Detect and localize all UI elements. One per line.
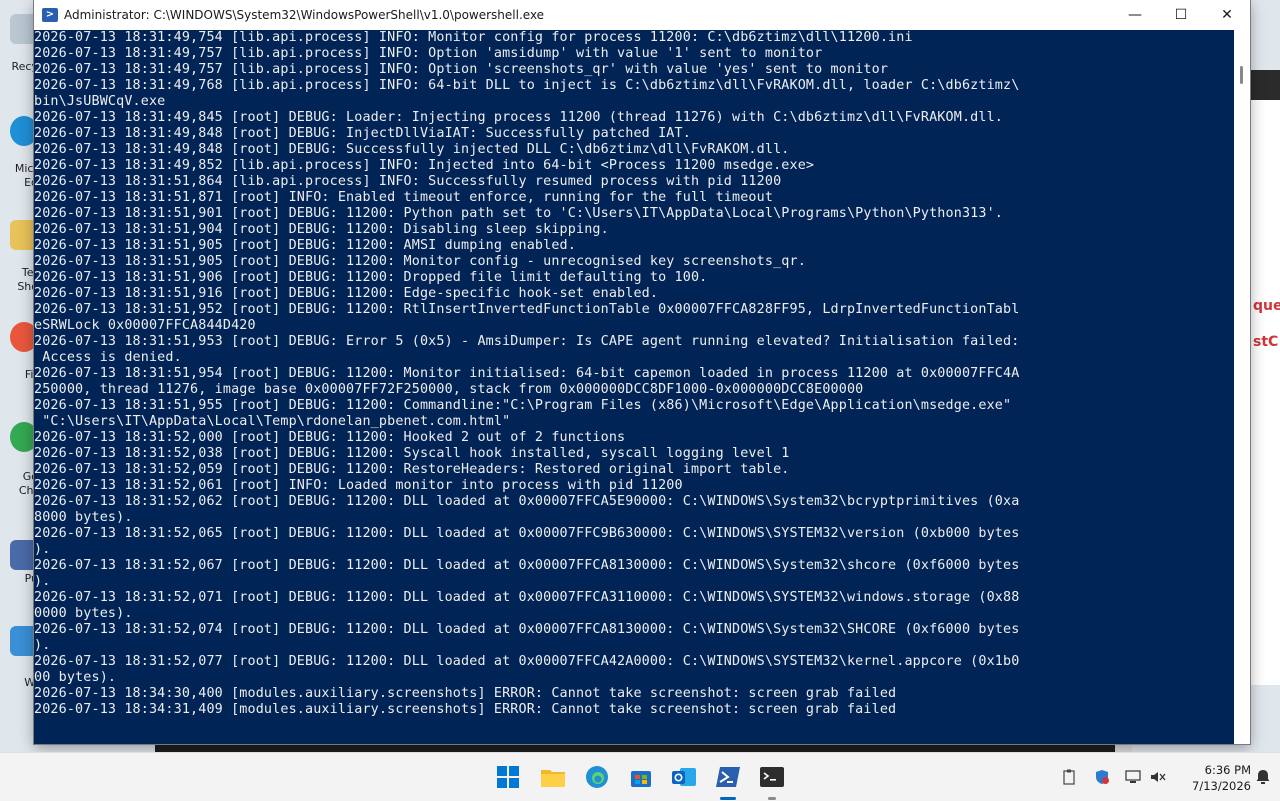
background-window-header — [1251, 70, 1280, 100]
console-line: 2026-07-13 18:31:49,848 [root] DEBUG: In… — [34, 126, 691, 141]
console-line: ). — [34, 574, 51, 589]
title-bar[interactable]: > Administrator: C:\WINDOWS\System32\Win… — [34, 0, 1250, 30]
powershell-window[interactable]: > Administrator: C:\WINDOWS\System32\Win… — [34, 0, 1250, 744]
console-line: ). — [34, 638, 51, 653]
store-icon[interactable] — [627, 763, 655, 791]
maximize-icon: ☐ — [1174, 7, 1188, 23]
console-line: 2026-07-13 18:31:51,953 [root] DEBUG: Er… — [34, 334, 1020, 349]
vertical-scrollbar[interactable] — [1234, 30, 1250, 744]
start-icon[interactable] — [494, 763, 522, 791]
console-line: 2026-07-13 18:31:52,059 [root] DEBUG: 11… — [34, 462, 790, 477]
console-line: 2026-07-13 18:31:52,067 [root] DEBUG: 11… — [34, 558, 1020, 573]
console-line: 2026-07-13 18:31:51,864 [lib.api.process… — [34, 174, 782, 189]
console-line: 2026-07-13 18:34:30,400 [modules.auxilia… — [34, 686, 897, 701]
console-line: 2026-07-13 18:31:51,955 [root] DEBUG: 11… — [34, 398, 1012, 413]
console-line: 2026-07-13 18:31:49,845 [root] DEBUG: Lo… — [34, 110, 1003, 125]
background-window-text: stC — [1253, 334, 1279, 350]
notification-icon[interactable] — [1254, 768, 1272, 786]
powershell-icon: > — [42, 8, 58, 22]
console-line: 2026-07-13 18:31:51,916 [root] DEBUG: 11… — [34, 286, 659, 301]
clipboard-icon[interactable] — [1060, 768, 1078, 786]
console-line: 2026-07-13 18:34:31,409 [modules.auxilia… — [34, 702, 897, 717]
console-line: 8000 bytes). — [34, 510, 133, 525]
console-line: 2026-07-13 18:31:52,065 [root] DEBUG: 11… — [34, 526, 1020, 541]
background-window[interactable]: que stC — [1250, 70, 1280, 685]
console-line: 2026-07-13 18:31:52,062 [root] DEBUG: 11… — [34, 494, 1020, 509]
console-line: 2026-07-13 18:31:52,074 [root] DEBUG: 11… — [34, 622, 1020, 637]
terminal-icon[interactable] — [758, 763, 786, 791]
minimize-icon: — — [1128, 7, 1142, 23]
console-line: Access is denied. — [34, 350, 182, 365]
clock-date: 7/13/2026 — [1192, 779, 1251, 793]
network-icon[interactable] — [1124, 768, 1142, 786]
console-line: 0000 bytes). — [34, 606, 133, 621]
clock-time: 6:36 PM — [1204, 763, 1251, 777]
console-line: 2026-07-13 18:31:51,952 [root] DEBUG: 11… — [34, 302, 1020, 317]
console-line: 2026-07-13 18:31:51,901 [root] DEBUG: 11… — [34, 206, 1003, 221]
volume-muted-icon[interactable] — [1149, 768, 1167, 786]
close-button[interactable]: ✕ — [1204, 0, 1250, 30]
maximize-button[interactable]: ☐ — [1158, 0, 1204, 30]
edge-icon[interactable] — [583, 763, 611, 791]
console-line: 2026-07-13 18:31:51,905 [root] DEBUG: 11… — [34, 254, 806, 269]
console-line: 2026-07-13 18:31:49,757 [lib.api.process… — [34, 46, 823, 61]
window-title: Administrator: C:\WINDOWS\System32\Windo… — [64, 8, 545, 22]
console-line: 2026-07-13 18:31:49,768 [lib.api.process… — [34, 78, 1020, 93]
taskbar: 6:36 PM 7/13/2026 — [0, 752, 1280, 801]
console-line: 2026-07-13 18:31:52,077 [root] DEBUG: 11… — [34, 654, 1020, 669]
console-line: 2026-07-13 18:31:49,852 [lib.api.process… — [34, 158, 815, 173]
minimize-button[interactable]: — — [1112, 0, 1158, 30]
system-clock[interactable]: 6:36 PM 7/13/2026 — [1185, 762, 1251, 794]
console-line: 2026-07-13 18:31:51,904 [root] DEBUG: 11… — [34, 222, 609, 237]
console-output[interactable]: 2026-07-13 18:31:49,754 [lib.api.process… — [34, 30, 1234, 744]
console-line: 2026-07-13 18:31:52,061 [root] INFO: Loa… — [34, 478, 683, 493]
console-line: bin\JsUBWCqV.exe — [34, 94, 166, 109]
console-line: "C:\Users\IT\AppData\Local\Temp\rdonelan… — [34, 414, 511, 429]
close-icon: ✕ — [1221, 7, 1233, 23]
console-line: 2026-07-13 18:31:51,871 [root] INFO: Ena… — [34, 190, 774, 205]
console-line: 2026-07-13 18:31:52,038 [root] DEBUG: 11… — [34, 446, 790, 461]
console-line: 00 bytes). — [34, 670, 117, 685]
console-line: 2026-07-13 18:31:49,757 [lib.api.process… — [34, 62, 889, 77]
console-line: 2026-07-13 18:31:49,754 [lib.api.process… — [34, 30, 913, 45]
file-explorer-icon[interactable] — [539, 763, 567, 791]
console-line: ). — [34, 542, 51, 557]
console-line: 2026-07-13 18:31:51,905 [root] DEBUG: 11… — [34, 238, 576, 253]
console-line: 2026-07-13 18:31:52,071 [root] DEBUG: 11… — [34, 590, 1020, 605]
background-window-edge — [155, 744, 1132, 752]
background-window-text: que — [1253, 298, 1280, 314]
powershell-icon[interactable] — [714, 763, 742, 791]
console-line: 2026-07-13 18:31:51,906 [root] DEBUG: 11… — [34, 270, 708, 285]
console-line: 2026-07-13 18:31:51,954 [root] DEBUG: 11… — [34, 366, 1020, 381]
security-shield-icon[interactable] — [1093, 768, 1111, 786]
scrollbar-thumb[interactable] — [1240, 66, 1243, 84]
outlook-icon[interactable] — [670, 763, 698, 791]
console-line: 2026-07-13 18:31:52,000 [root] DEBUG: 11… — [34, 430, 626, 445]
console-line: eSRWLock 0x00007FFCA844D420 — [34, 318, 256, 333]
console-line: 2026-07-13 18:31:49,848 [root] DEBUG: Su… — [34, 142, 790, 157]
console-line: 250000, thread 11276, image base 0x00007… — [34, 382, 864, 397]
